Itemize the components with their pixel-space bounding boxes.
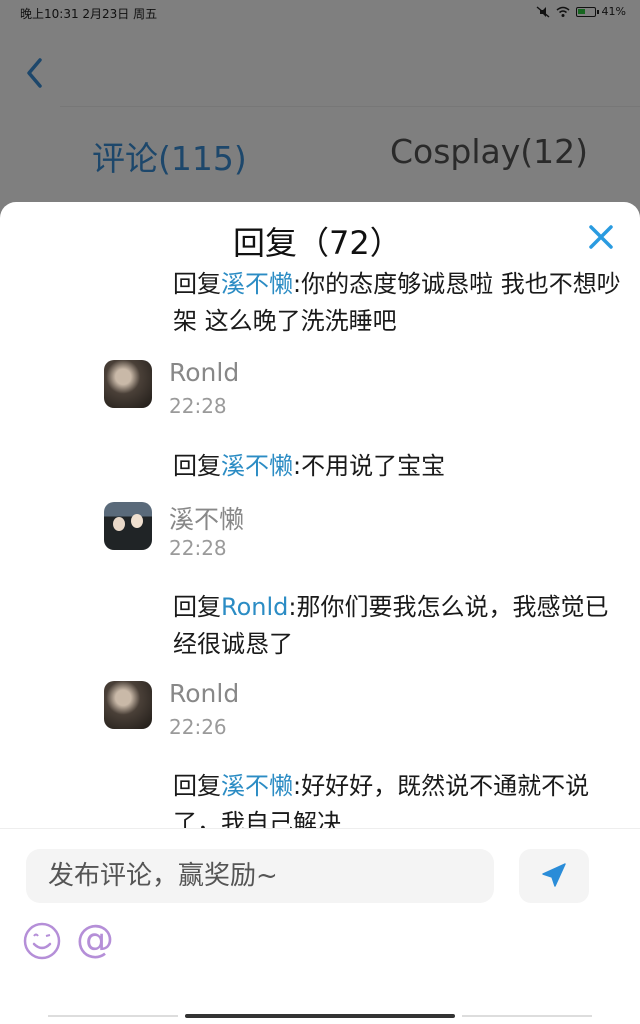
reply-sheet: 回复（72） 回复溪不懒:你的态度够诚恳啦 我也不想吵架 这么晚了洗洗睡吧 Ro… bbox=[0, 202, 640, 1024]
mention-link[interactable]: 溪不懒 bbox=[221, 772, 293, 800]
reply-text: 回复溪不懒:不用说了宝宝 bbox=[173, 448, 623, 485]
reply-prefix: 回复 bbox=[173, 593, 221, 621]
home-indicator[interactable] bbox=[185, 1014, 455, 1018]
comment-time: 22:26 bbox=[169, 715, 227, 739]
nav-bar-left bbox=[48, 1015, 178, 1017]
reply-text: 回复溪不懒:好好好，既然说不通就不说了，我自己解决 bbox=[173, 768, 623, 830]
username[interactable]: 溪不懒 bbox=[169, 500, 244, 536]
reply-text: 回复Ronld:那你们要我怎么说，我感觉已经很诚恳了 bbox=[173, 589, 623, 663]
comment-time: 22:28 bbox=[169, 536, 227, 560]
close-icon[interactable] bbox=[586, 222, 616, 252]
comment-input[interactable] bbox=[26, 849, 494, 903]
reply-prefix: 回复 bbox=[173, 772, 221, 800]
mention-link[interactable]: 溪不懒 bbox=[221, 452, 293, 480]
comment-user-row: Ronld 22:26 bbox=[104, 679, 624, 739]
reply-body: :不用说了宝宝 bbox=[293, 452, 446, 480]
avatar[interactable] bbox=[104, 502, 152, 550]
nav-bar-right bbox=[462, 1015, 592, 1017]
comment-input-area: @ bbox=[0, 828, 640, 1024]
send-icon bbox=[542, 863, 566, 887]
comment-time: 22:28 bbox=[169, 394, 227, 418]
avatar[interactable] bbox=[104, 360, 152, 408]
emoji-icon[interactable] bbox=[22, 921, 62, 961]
username[interactable]: Ronld bbox=[169, 679, 239, 708]
avatar[interactable] bbox=[104, 681, 152, 729]
reply-list[interactable]: 回复溪不懒:你的态度够诚恳啦 我也不想吵架 这么晚了洗洗睡吧 Ronld 22:… bbox=[0, 264, 640, 830]
comment-user-row: 溪不懒 22:28 bbox=[104, 500, 624, 560]
sheet-title: 回复（72） bbox=[233, 224, 402, 262]
username[interactable]: Ronld bbox=[169, 358, 239, 387]
reply-text: 回复溪不懒:你的态度够诚恳啦 我也不想吵架 这么晚了洗洗睡吧 bbox=[173, 266, 623, 340]
reply-prefix: 回复 bbox=[173, 452, 221, 480]
send-button[interactable] bbox=[519, 849, 589, 903]
mention-link[interactable]: Ronld bbox=[221, 593, 288, 621]
mention-link[interactable]: 溪不懒 bbox=[221, 270, 293, 298]
comment-user-row: Ronld 22:28 bbox=[104, 358, 624, 418]
reply-prefix: 回复 bbox=[173, 270, 221, 298]
at-icon[interactable]: @ bbox=[76, 915, 120, 963]
